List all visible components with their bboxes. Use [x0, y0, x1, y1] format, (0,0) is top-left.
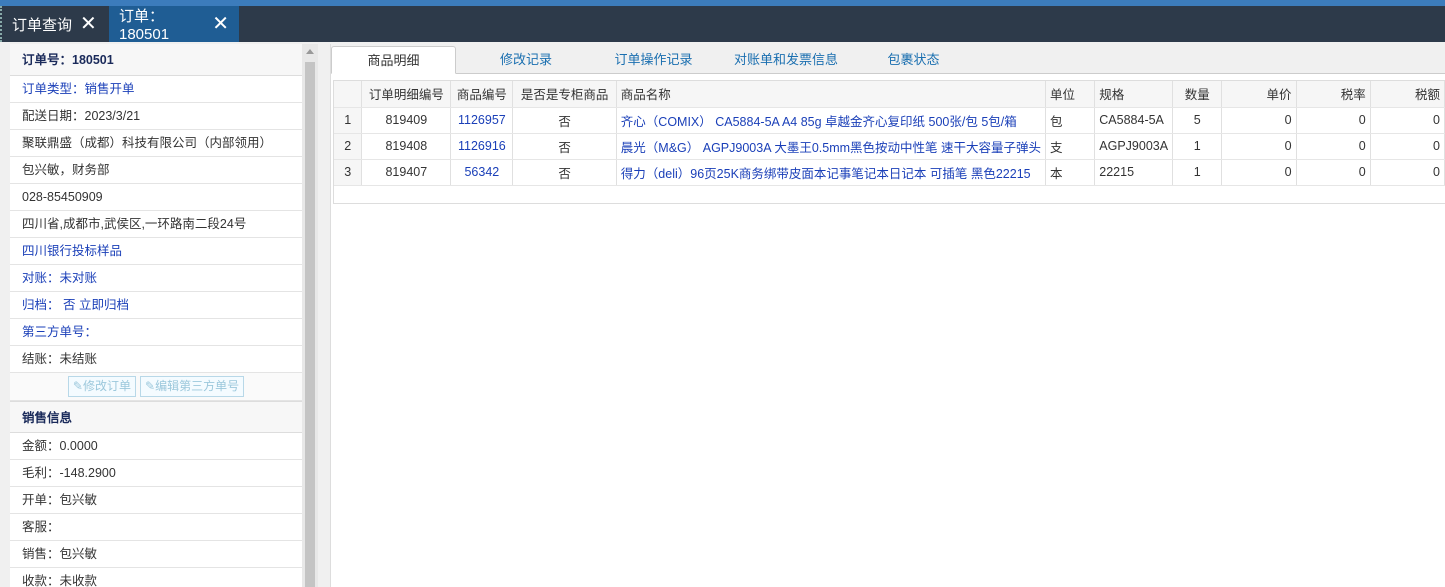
- sales-amount: 金额：0.0000: [10, 433, 302, 460]
- cell-unit: 本: [1045, 159, 1096, 186]
- third-party-number: 第三方单号：: [10, 319, 302, 346]
- cell-price: 0: [1221, 133, 1297, 160]
- cell-qty: 1: [1172, 133, 1223, 160]
- cell-tax-rate: 0: [1296, 159, 1371, 186]
- cell-spec: CA5884-5A: [1094, 107, 1174, 134]
- table-row[interactable]: 2 819408 1126916 否 晨光（M&G） AGPJ9003A 大墨王…: [334, 133, 1445, 160]
- cell-unit: 支: [1045, 133, 1096, 160]
- cell-qty: 5: [1172, 107, 1223, 134]
- cell-product-no[interactable]: 1126957: [450, 107, 514, 134]
- cell-price: 0: [1221, 159, 1297, 186]
- column-header[interactable]: 单价: [1221, 81, 1297, 108]
- tab-label: 订单：180501: [119, 8, 170, 43]
- order-info-panel: 订单号：180501 订单类型：销售开单 配送日期：2023/3/21 聚联鼎盛…: [10, 44, 302, 587]
- tab-statement-invoice[interactable]: 对账单和发票信息: [716, 46, 856, 74]
- cell-detail-no: 819408: [361, 133, 452, 160]
- sales-service: 客服：: [10, 514, 302, 541]
- column-header[interactable]: 税额: [1370, 81, 1445, 108]
- edit-icon: ✎: [72, 379, 83, 393]
- sales-profit: 毛利：-148.2900: [10, 460, 302, 487]
- cell-spec: 22215: [1094, 159, 1174, 186]
- cell-unit: 包: [1045, 107, 1096, 134]
- archive-status[interactable]: 归档： 否 立即归档: [10, 292, 302, 319]
- cell-product-name[interactable]: 晨光（M&G） AGPJ9003A 大墨王0.5mm黑色按动中性笔 速干大容量子…: [616, 133, 1047, 160]
- tab-package-status[interactable]: 包裹状态: [856, 46, 971, 74]
- column-header[interactable]: 是否是专柜商品: [512, 81, 617, 108]
- column-header[interactable]: 税率: [1296, 81, 1371, 108]
- detail-tab-strip: 商品明细 修改记录 订单操作记录 对账单和发票信息 包裹状态: [331, 44, 1445, 74]
- product-table: 订单明细编号 商品编号 是否是专柜商品 商品名称 单位 规格 数量 单价 税率 …: [334, 81, 1445, 186]
- column-header[interactable]: 单位: [1045, 81, 1096, 108]
- cell-counter: 否: [512, 107, 617, 134]
- tab-change-log[interactable]: 修改记录: [461, 46, 591, 74]
- sales-collector: 收款：未收款: [10, 568, 302, 587]
- row-index: 2: [334, 133, 363, 160]
- order-number-header: 订单号：180501: [10, 44, 302, 76]
- row-index: 3: [334, 159, 363, 186]
- product-grid: 订单明细编号 商品编号 是否是专柜商品 商品名称 单位 规格 数量 单价 税率 …: [333, 80, 1445, 204]
- cell-tax: 0: [1370, 133, 1445, 160]
- cell-spec: AGPJ9003A: [1094, 133, 1174, 160]
- tab-order-detail[interactable]: 订单：180501 ✕: [109, 6, 239, 43]
- close-icon[interactable]: ✕: [212, 14, 229, 34]
- column-header[interactable]: 数量: [1172, 81, 1223, 108]
- settle-status: 结账：未结账: [10, 346, 302, 373]
- cell-tax-rate: 0: [1296, 107, 1371, 134]
- sales-info-header: 销售信息: [10, 401, 302, 433]
- cell-product-name[interactable]: 齐心（COMIX） CA5884-5A A4 85g 卓越金齐心复印纸 500张…: [616, 107, 1047, 134]
- cell-product-no[interactable]: 56342: [450, 159, 514, 186]
- phone-number: 028-85450909: [10, 184, 302, 211]
- company-name: 聚联鼎盛（成都）科技有限公司（内部领用）: [10, 130, 302, 157]
- cell-counter: 否: [512, 159, 617, 186]
- sales-seller: 销售：包兴敏: [10, 541, 302, 568]
- cell-product-no[interactable]: 1126916: [450, 133, 514, 160]
- edit-order-button[interactable]: ✎修改订单: [67, 376, 136, 397]
- column-header[interactable]: 规格: [1094, 81, 1174, 108]
- scroll-up-icon[interactable]: [306, 49, 314, 54]
- cell-detail-no: 819409: [361, 107, 452, 134]
- column-header[interactable]: 订单明细编号: [361, 81, 452, 108]
- cell-detail-no: 819407: [361, 159, 452, 186]
- cell-counter: 否: [512, 133, 617, 160]
- column-header[interactable]: 商品名称: [616, 81, 1047, 108]
- delivery-address: 四川省,成都市,武侯区,一环路南二段24号: [10, 211, 302, 238]
- left-scrollbar[interactable]: [302, 44, 318, 587]
- table-header-row: 订单明细编号 商品编号 是否是专柜商品 商品名称 单位 规格 数量 单价 税率 …: [334, 81, 1445, 108]
- cell-tax-rate: 0: [1296, 133, 1371, 160]
- tab-bar: 订单查询 ✕ 订单：180501 ✕: [0, 6, 1445, 43]
- edit-icon: ✎: [145, 379, 156, 393]
- cell-qty: 1: [1172, 159, 1223, 186]
- delivery-date: 配送日期：2023/3/21: [10, 103, 302, 130]
- row-index: 1: [334, 107, 363, 134]
- order-detail-panel: 商品明细 修改记录 订单操作记录 对账单和发票信息 包裹状态 订单明细编号 商品…: [330, 44, 1445, 587]
- tab-label: 订单查询: [12, 16, 73, 34]
- edit-third-party-button[interactable]: ✎编辑第三方单号: [140, 376, 245, 397]
- order-type[interactable]: 订单类型：销售开单: [10, 76, 302, 103]
- column-header-index: [334, 81, 363, 108]
- cell-tax: 0: [1370, 107, 1445, 134]
- order-actions: ✎修改订单 ✎编辑第三方单号: [10, 373, 302, 401]
- table-row[interactable]: 1 819409 1126957 否 齐心（COMIX） CA5884-5A A…: [334, 107, 1445, 134]
- cell-price: 0: [1221, 107, 1297, 134]
- reconcile-status[interactable]: 对账：未对账: [10, 265, 302, 292]
- column-header[interactable]: 商品编号: [450, 81, 514, 108]
- sales-opener: 开单：包兴敏: [10, 487, 302, 514]
- tab-product-detail[interactable]: 商品明细: [331, 46, 456, 74]
- tab-operation-log[interactable]: 订单操作记录: [591, 46, 716, 74]
- close-icon[interactable]: ✕: [80, 14, 97, 34]
- table-row[interactable]: 3 819407 56342 否 得力（deli）96页25K商务绑带皮面本记事…: [334, 159, 1445, 186]
- project-link[interactable]: 四川银行投标样品: [10, 238, 302, 265]
- tab-order-query[interactable]: 订单查询 ✕: [0, 6, 109, 42]
- scrollbar-thumb[interactable]: [305, 62, 315, 587]
- cell-tax: 0: [1370, 159, 1445, 186]
- cell-product-name[interactable]: 得力（deli）96页25K商务绑带皮面本记事笔记本日记本 可插笔 黑色2221…: [616, 159, 1047, 186]
- contact-person: 包兴敏，财务部: [10, 157, 302, 184]
